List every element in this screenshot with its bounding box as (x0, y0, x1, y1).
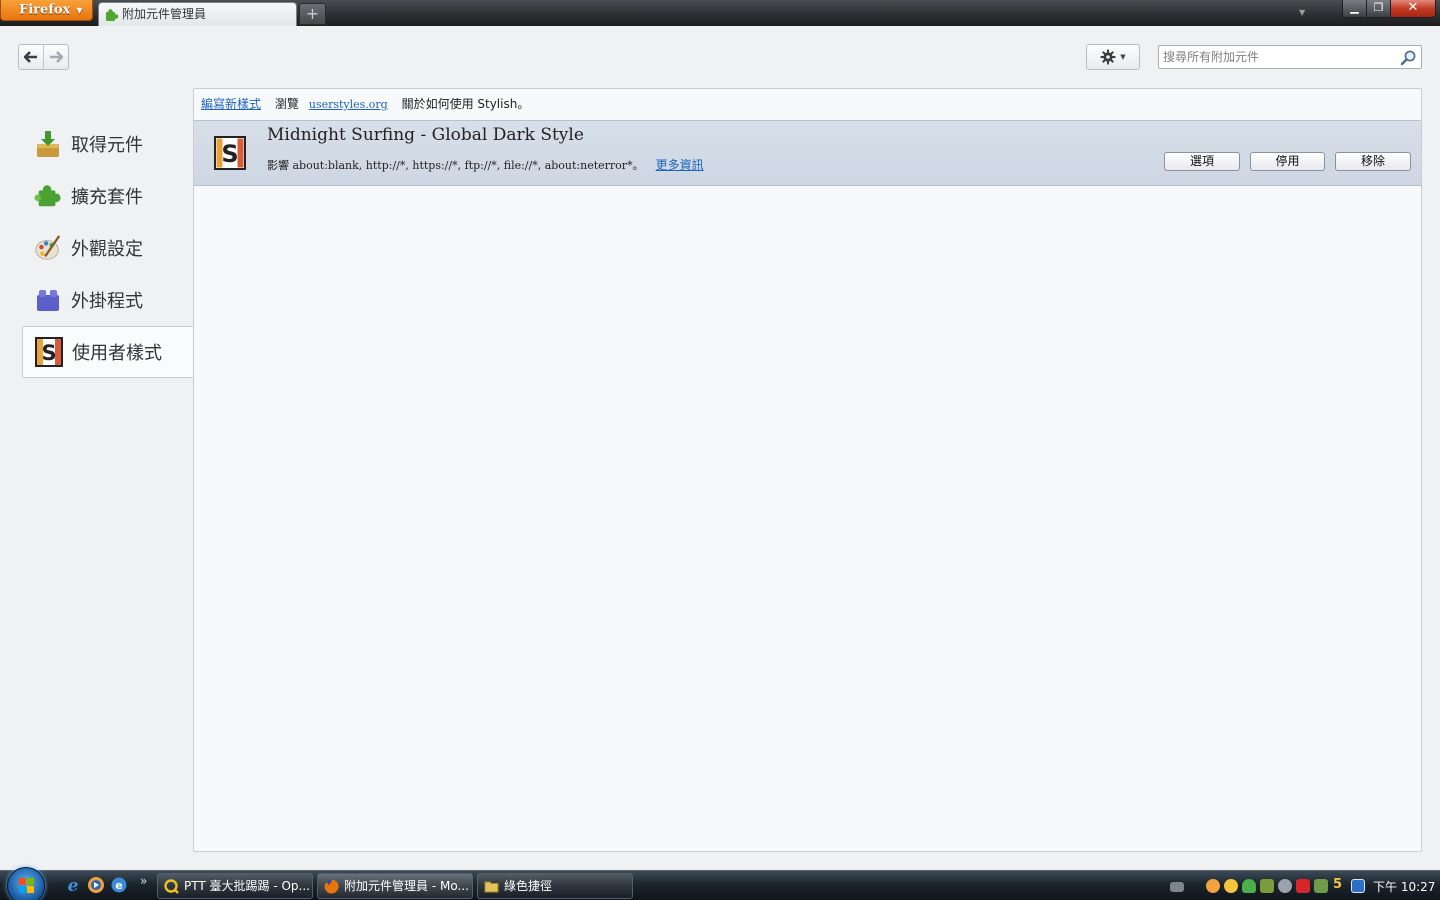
contacts-icon[interactable] (1242, 879, 1256, 893)
start-button[interactable] (7, 867, 45, 900)
back-button[interactable] (19, 45, 44, 69)
taskbar-item-firefox[interactable]: 附加元件管理員 - Mo... (317, 873, 473, 899)
search-box (1158, 45, 1422, 69)
smiley-icon[interactable] (1224, 879, 1238, 893)
category-sidebar: 取得元件 擴充套件 外觀設定 外掛程式 S 使用者樣式 (22, 118, 194, 378)
tools-gear-button[interactable]: ▼ (1086, 44, 1140, 70)
download-icon (34, 130, 62, 158)
firefox-icon (324, 879, 339, 894)
minimize-button[interactable]: ▁ (1342, 0, 1367, 18)
back-arrow-icon (23, 51, 37, 63)
keyboard-icon[interactable] (1170, 882, 1184, 892)
write-new-style-link[interactable]: 編寫新樣式 (201, 97, 261, 111)
puzzle-icon (34, 182, 62, 210)
svg-text:e: e (115, 879, 122, 892)
userstyles-link[interactable]: userstyles.org (309, 98, 388, 111)
list-item-style[interactable]: S Midnight Surfing - Global Dark Style 影… (194, 120, 1421, 186)
update-icon[interactable] (1314, 879, 1328, 893)
styles-header-bar: 編寫新樣式 瀏覽 userstyles.org 關於如何使用 Stylish。 (201, 95, 539, 112)
windows-taskbar: e e » PTT 臺大批踢踢 - Op... 附加元件管理員 - Mo... … (0, 867, 1440, 900)
messenger-icon[interactable] (1206, 879, 1220, 893)
internet-explorer-icon[interactable]: e (64, 876, 82, 894)
disable-button[interactable]: 停用 (1250, 152, 1325, 171)
quick-launch-more-button[interactable]: » (140, 874, 147, 888)
tab-title: 附加元件管理員 (122, 7, 207, 21)
maximize-button[interactable]: ❐ (1366, 0, 1391, 18)
title-bar: Firefox ▼ 附加元件管理員 + ▼ ▁ ❐ ✕ (0, 0, 1440, 26)
svg-text:S: S (221, 140, 238, 168)
options-button[interactable]: 選項 (1164, 152, 1240, 171)
input-method-icon[interactable] (1351, 879, 1365, 893)
antivirus-icon[interactable] (1296, 879, 1310, 893)
palette-icon (34, 234, 62, 262)
search-input[interactable] (1159, 46, 1395, 68)
category-get-addons[interactable]: 取得元件 (22, 118, 194, 170)
taskbar-item-folder[interactable]: 綠色捷徑 (477, 873, 633, 899)
more-info-link[interactable]: 更多資訊 (656, 158, 704, 172)
search-icon[interactable] (1400, 49, 1417, 66)
category-appearance[interactable]: 外觀設定 (22, 222, 194, 274)
category-label: 取得元件 (71, 135, 143, 156)
forward-arrow-icon (49, 51, 63, 63)
category-label: 外觀設定 (71, 239, 143, 260)
tab-addons-manager[interactable]: 附加元件管理員 (98, 2, 297, 26)
category-label: 外掛程式 (71, 291, 143, 312)
forward-button[interactable] (44, 45, 68, 69)
stylish-icon: S (214, 136, 246, 170)
about-stylish-text: 關於如何使用 Stylish。 (401, 97, 530, 111)
show-desktop-icon[interactable]: e (110, 876, 128, 894)
new-tab-button[interactable]: + (299, 3, 326, 25)
category-label: 使用者樣式 (72, 343, 162, 364)
style-affects-text: 影響 about:blank, http://*, https://*, ftp… (267, 159, 644, 172)
gear-icon (1100, 49, 1116, 65)
taskbar-clock[interactable]: 下午 10:27 (1373, 878, 1435, 895)
tab-list-arrow-icon[interactable]: ▼ (1299, 8, 1305, 17)
windows-logo-icon (19, 878, 34, 893)
firefox-menu-button[interactable]: Firefox ▼ (0, 0, 93, 21)
taskbar-item-label: 綠色捷徑 (504, 879, 553, 893)
tray-number-badge: 5 (1333, 877, 1343, 892)
style-description: 影響 about:blank, http://*, https://*, ftp… (267, 156, 704, 173)
network-icon[interactable] (1260, 879, 1274, 893)
plugin-block-icon (34, 286, 62, 314)
style-name: Midnight Surfing - Global Dark Style (267, 125, 584, 145)
stylish-icon: S (35, 337, 63, 367)
svg-text:e: e (68, 876, 79, 894)
browse-label: 瀏覽 (274, 97, 299, 111)
puzzle-icon (106, 9, 119, 21)
taskbar-item-opera[interactable]: PTT 臺大批踢踢 - Op... (157, 873, 313, 899)
svg-text:S: S (41, 341, 56, 365)
firefox-button-label: Firefox (19, 2, 71, 18)
close-window-button[interactable]: ✕ (1390, 0, 1436, 18)
media-player-icon[interactable] (87, 876, 105, 894)
taskbar-item-label: PTT 臺大批踢踢 - Op... (184, 879, 310, 893)
taskbar-item-label: 附加元件管理員 - Mo... (344, 879, 469, 893)
folder-icon (484, 881, 499, 893)
volume-icon[interactable] (1278, 879, 1292, 893)
chevron-down-icon: ▼ (1120, 53, 1126, 61)
navigation-buttons (18, 44, 69, 70)
category-extensions[interactable]: 擴充套件 (22, 170, 194, 222)
opera-ptt-icon (164, 879, 179, 894)
category-user-styles[interactable]: S 使用者樣式 (22, 326, 194, 378)
dropdown-arrow-icon: ▼ (76, 5, 83, 15)
addons-list-panel: 編寫新樣式 瀏覽 userstyles.org 關於如何使用 Stylish。 S… (193, 88, 1422, 852)
category-plugins[interactable]: 外掛程式 (22, 274, 194, 326)
category-label: 擴充套件 (71, 187, 143, 208)
remove-button[interactable]: 移除 (1335, 152, 1411, 171)
